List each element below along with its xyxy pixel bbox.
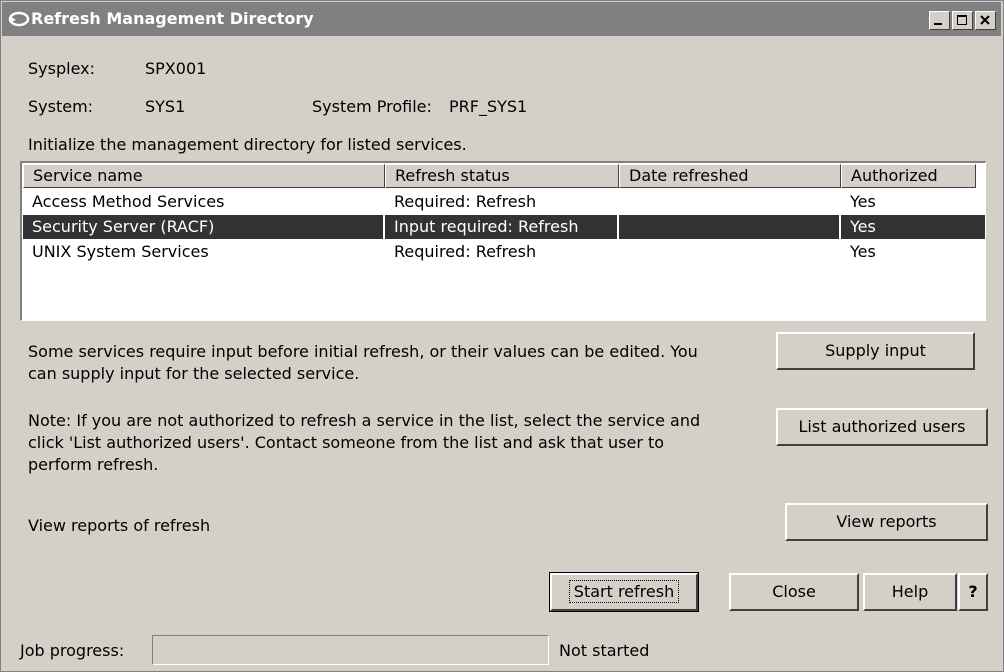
column-header-service-name[interactable]: Service name — [23, 164, 385, 188]
job-progress-label: Job progress: — [20, 641, 125, 660]
cell-service-name: Security Server (RACF) — [23, 215, 383, 239]
window-title: Refresh Management Directory — [31, 9, 314, 28]
supply-input-description: Some services require input before initi… — [28, 342, 698, 383]
system-value: SYS1 — [145, 97, 186, 116]
start-refresh-label: Start refresh — [568, 580, 680, 603]
table-row-selected[interactable]: Security Server (RACF) Input required: R… — [23, 215, 985, 239]
app-logo-icon — [8, 11, 30, 27]
system-label: System: — [28, 97, 94, 116]
system-profile-value: PRF_SYS1 — [449, 97, 528, 116]
job-progress-bar — [152, 635, 549, 665]
table-row[interactable]: UNIX System Services Required: Refresh Y… — [23, 240, 983, 264]
column-header-date-refreshed[interactable]: Date refreshed — [619, 164, 841, 188]
column-header-authorized[interactable]: Authorized — [841, 164, 976, 188]
sysplex-value: SPX001 — [145, 59, 207, 78]
title-bar[interactable]: Refresh Management Directory — [2, 2, 1001, 36]
cell-refresh-status: Required: Refresh — [394, 192, 537, 211]
sysplex-label: Sysplex: — [28, 59, 95, 78]
cell-authorized: Yes — [841, 215, 985, 239]
table-row[interactable]: Access Method Services Required: Refresh… — [23, 190, 983, 214]
cell-date-refreshed — [619, 215, 839, 239]
start-refresh-button[interactable]: Start refresh — [549, 572, 699, 612]
cell-refresh-status: Input required: Refresh — [385, 215, 617, 239]
table-caption: Initialize the management directory for … — [28, 135, 467, 154]
services-table[interactable]: Service name Refresh status Date refresh… — [20, 161, 986, 321]
view-reports-button[interactable]: View reports — [785, 503, 988, 541]
maximize-icon — [957, 15, 967, 25]
cell-date-refreshed — [619, 240, 839, 264]
cell-date-refreshed — [619, 190, 839, 214]
refresh-management-dialog: Refresh Management Directory Sysplex: SP… — [0, 0, 1004, 672]
cell-authorized: Yes — [850, 192, 876, 211]
cell-service-name: UNIX System Services — [32, 242, 209, 261]
minimize-button[interactable] — [929, 11, 950, 30]
context-help-button[interactable]: ? — [958, 573, 988, 611]
close-icon — [980, 15, 990, 25]
maximize-button[interactable] — [952, 11, 973, 30]
cell-authorized: Yes — [850, 242, 876, 261]
view-reports-description: View reports of refresh — [28, 516, 211, 535]
system-profile-label: System Profile: — [312, 97, 432, 116]
cell-service-name: Access Method Services — [32, 192, 225, 211]
close-window-button[interactable] — [975, 11, 996, 30]
authorization-note: Note: If you are not authorized to refre… — [28, 411, 701, 474]
list-authorized-users-button[interactable]: List authorized users — [776, 408, 988, 446]
close-button[interactable]: Close — [729, 573, 859, 611]
cell-refresh-status: Required: Refresh — [394, 242, 537, 261]
job-progress-status: Not started — [559, 641, 650, 660]
supply-input-button[interactable]: Supply input — [776, 332, 975, 370]
minimize-icon — [934, 23, 942, 25]
column-header-refresh-status[interactable]: Refresh status — [385, 164, 619, 188]
help-button[interactable]: Help — [863, 573, 957, 611]
